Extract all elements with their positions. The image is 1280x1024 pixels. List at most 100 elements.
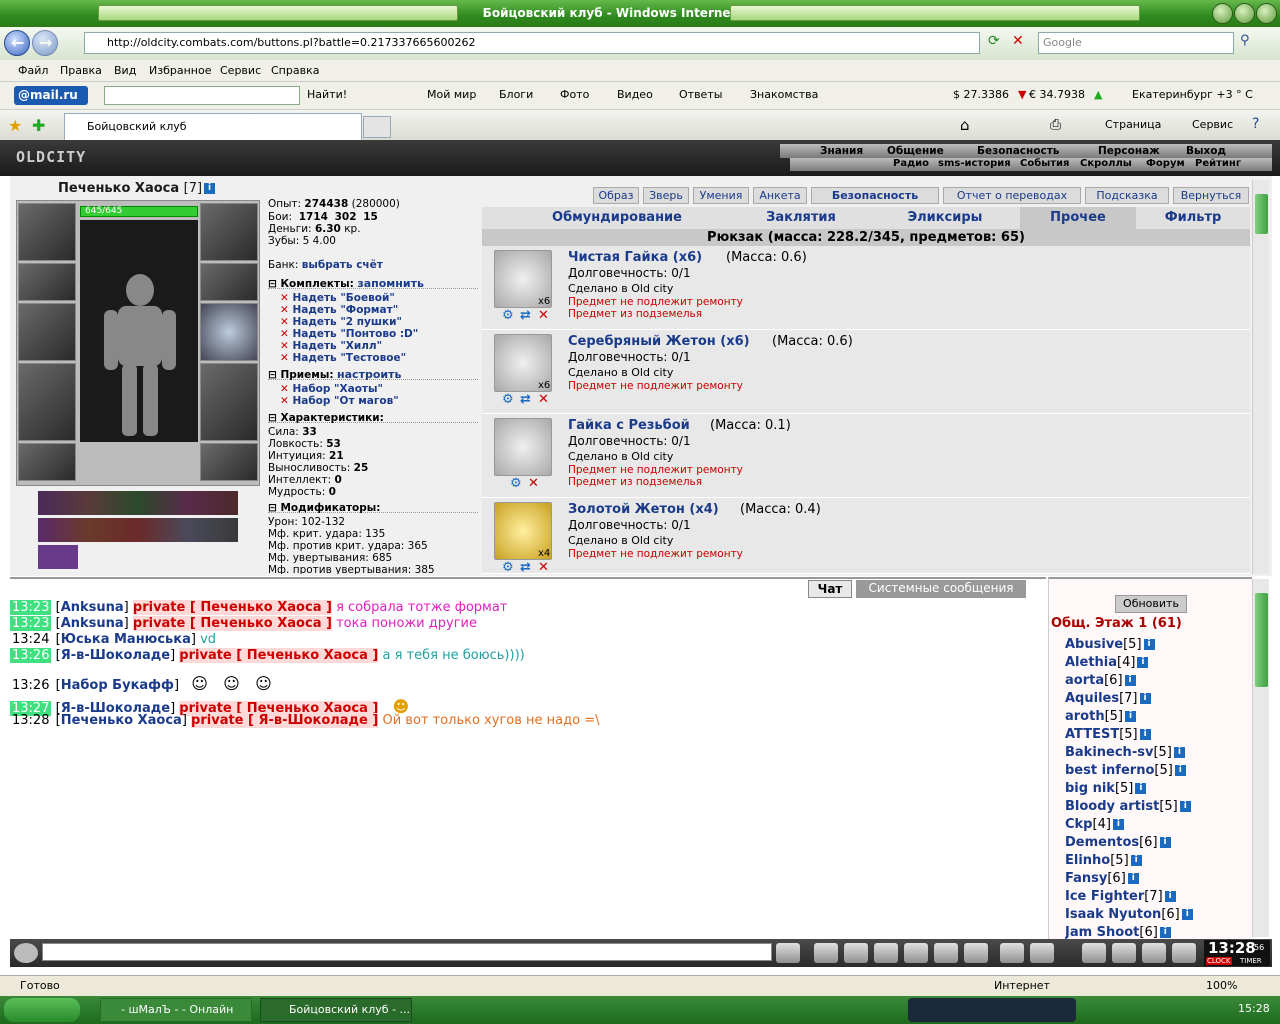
nav-security[interactable]: Безопасность [977, 145, 1059, 157]
start-button[interactable] [4, 998, 80, 1022]
zoom-level[interactable]: 100% [1206, 979, 1237, 992]
chat-nick[interactable]: Набор Букафф [61, 678, 174, 693]
minimize-button[interactable] [1212, 3, 1233, 24]
amulet-slot[interactable] [200, 203, 258, 261]
tab-profile[interactable]: Анкета [753, 187, 807, 204]
link-blogs[interactable]: Блоги [499, 88, 533, 101]
tab-hint[interactable]: Подсказка [1085, 187, 1169, 204]
lock-icon[interactable] [1142, 943, 1166, 963]
delete-icon[interactable]: ✕ [538, 392, 549, 407]
chat-nick[interactable]: Юська Манюська [61, 632, 191, 647]
cat-equipment[interactable]: Обмундирование [522, 207, 712, 229]
kit-item[interactable]: ✕ Надеть "2 пушки" [280, 316, 402, 328]
link-answers[interactable]: Ответы [679, 88, 722, 101]
use-icon[interactable]: ⚙ [502, 308, 514, 323]
use-icon[interactable]: ⚙ [502, 392, 514, 407]
cat-filter[interactable]: Фильтр [1136, 207, 1250, 229]
link-photo[interactable]: Фото [560, 88, 589, 101]
menu-favorites[interactable]: Избранное [149, 64, 211, 77]
helmet-slot[interactable] [18, 203, 76, 261]
use-icon[interactable]: ⚙ [502, 560, 514, 573]
belt-slot[interactable] [18, 443, 76, 481]
online-user[interactable]: Abusive[5] i [1065, 637, 1155, 652]
system-messages-tab[interactable]: Системные сообщения [856, 580, 1026, 598]
techniques-setup-link[interactable]: настроить [337, 368, 401, 381]
stats-header[interactable]: ⊟ Характеристики: [268, 411, 478, 424]
search-icon[interactable]: ⚲ [1240, 33, 1250, 48]
back-button[interactable]: ← [4, 30, 30, 56]
tab-pet[interactable]: Зверь [643, 187, 689, 204]
menu-file[interactable]: Файл [18, 64, 48, 77]
refresh-button[interactable]: Обновить [1115, 595, 1187, 613]
fight-icon[interactable] [904, 943, 928, 963]
modifiers-header[interactable]: ⊟ Модификаторы: [268, 501, 478, 514]
belt-items-row1[interactable] [38, 491, 238, 515]
item-name[interactable]: Гайка с Резьбой [568, 418, 690, 433]
options-icon[interactable] [1030, 943, 1054, 963]
belt-items-row3[interactable] [38, 545, 78, 569]
chat-nick[interactable]: Я-в-Шоколаде [61, 648, 170, 663]
translit-icon[interactable] [934, 943, 958, 963]
tab-return[interactable]: Вернуться [1173, 187, 1249, 204]
online-user[interactable]: Ice Fighter[7] i [1065, 889, 1176, 904]
forward-button[interactable]: → [32, 30, 58, 56]
cat-elixirs[interactable]: Эликсиры [886, 207, 1004, 229]
armor-slot[interactable] [18, 363, 76, 441]
tools-menu[interactable]: Сервис [1192, 118, 1233, 131]
search-input[interactable]: Google [1038, 32, 1234, 54]
techniques-header[interactable]: ⊟ Приемы: настроить [268, 368, 478, 381]
online-user[interactable]: Alethia[4] i [1065, 655, 1149, 670]
bank-link[interactable]: выбрать счёт [302, 259, 383, 271]
online-user[interactable]: best inferno[5] i [1065, 763, 1186, 778]
online-user[interactable]: aorta[6] i [1065, 673, 1136, 688]
tab-transfer-report[interactable]: Отчет о переводах [943, 187, 1081, 204]
chat-input[interactable] [42, 943, 772, 961]
help-icon[interactable]: ? [1252, 116, 1259, 132]
taskbar-app-browser[interactable]: Бойцовский клуб - ... [260, 998, 412, 1022]
stop-icon[interactable]: ✕ [1012, 33, 1030, 53]
kit-item[interactable]: ✕ Надеть "Боевой" [280, 292, 395, 304]
info-icon[interactable]: i [204, 183, 216, 194]
nav-knowledge[interactable]: Знания [820, 145, 863, 157]
print-icon[interactable]: ⎙ [1050, 117, 1061, 133]
send-icon[interactable] [776, 943, 800, 963]
mailru-logo[interactable]: @mail.ru [14, 86, 88, 105]
boots-slot[interactable] [200, 443, 258, 481]
chat-nick[interactable]: Anksuna [61, 600, 124, 615]
kit-item[interactable]: ✕ Надеть "Хилл" [280, 340, 382, 352]
chat-mode-icon[interactable] [14, 943, 38, 963]
smiley-picker-icon[interactable] [1000, 943, 1024, 963]
weather-info[interactable]: Екатеринбург +3 ° C [1132, 88, 1253, 101]
menu-view[interactable]: Вид [114, 64, 136, 77]
bag-icon[interactable] [1112, 943, 1136, 963]
link-my-world[interactable]: Мой мир [427, 88, 476, 101]
nav-communication[interactable]: Общение [887, 145, 944, 157]
transfer-icon[interactable]: ⇄ [520, 560, 531, 573]
sound-icon[interactable] [964, 943, 988, 963]
nav-scrolls[interactable]: Скроллы [1080, 158, 1132, 169]
online-user[interactable]: big nik[5] i [1065, 781, 1147, 796]
menu-tools[interactable]: Сервис [220, 64, 261, 77]
maximize-button[interactable] [1234, 3, 1255, 24]
media-player-controls[interactable] [908, 998, 1076, 1022]
delete-icon[interactable]: ✕ [538, 308, 549, 323]
mailru-search-input[interactable] [104, 86, 300, 105]
kits-header[interactable]: ⊟ Комплекты: запомнить [268, 277, 478, 290]
transfer-icon[interactable]: ⇄ [520, 308, 531, 323]
delete-icon[interactable]: ✕ [538, 560, 549, 573]
item-name[interactable]: Золотой Жетон (x4) [568, 502, 719, 517]
link-video[interactable]: Видео [617, 88, 653, 101]
online-user[interactable]: Bakinech-sv[5] i [1065, 745, 1185, 760]
online-user[interactable]: Bloody artist[5] i [1065, 799, 1191, 814]
potion-icon[interactable] [1082, 943, 1106, 963]
scroll-thumb[interactable] [1255, 194, 1268, 234]
cat-other[interactable]: Прочее [1020, 207, 1136, 229]
online-user[interactable]: Fansy[6] i [1065, 871, 1139, 886]
page-menu[interactable]: Страница [1105, 118, 1161, 131]
delete-icon[interactable]: ✕ [528, 476, 539, 491]
tab-security[interactable]: Безопасность [811, 187, 939, 204]
filter-icon[interactable] [844, 943, 868, 963]
kit-item[interactable]: ✕ Надеть "Формат" [280, 304, 398, 316]
technique-item[interactable]: ✕ Набор "Хаоты" [280, 383, 383, 395]
nav-events[interactable]: События [1020, 158, 1069, 169]
